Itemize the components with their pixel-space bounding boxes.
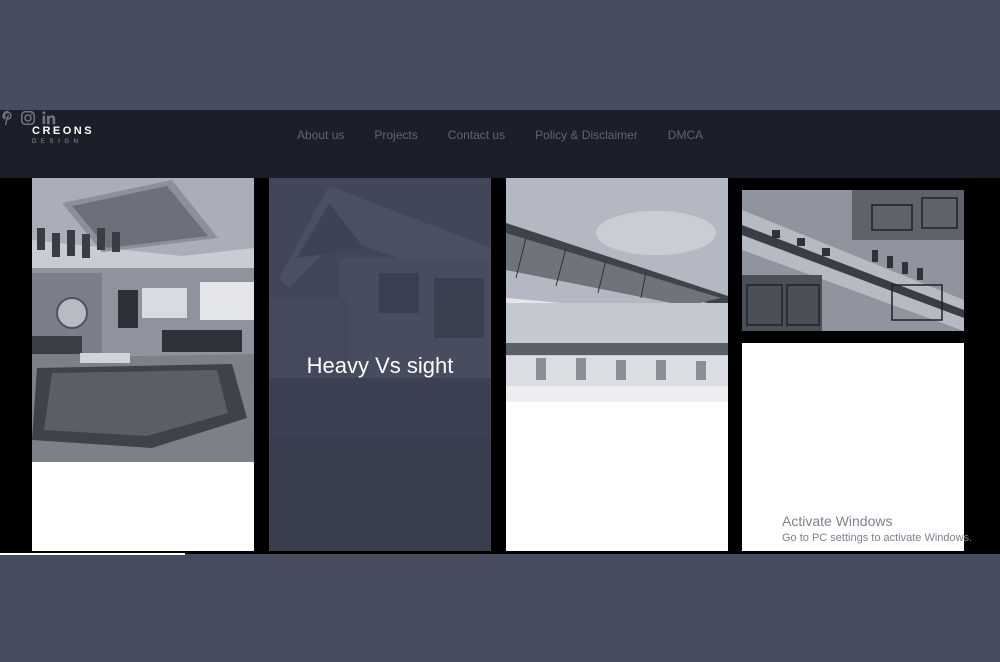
nav-link-about[interactable]: About us <box>297 128 344 142</box>
nav-link-dmca[interactable]: DMCA <box>668 128 703 142</box>
scroll-indicator <box>0 553 185 555</box>
logo-sub-text: DESIGN <box>32 139 83 145</box>
watermark-title: Activate Windows <box>782 513 893 529</box>
gallery-stage: Heavy Vs sight <box>0 178 1000 554</box>
bottom-band <box>0 554 1000 662</box>
site-plan-collage-image <box>742 190 964 331</box>
featured-title: Heavy Vs sight <box>306 353 454 378</box>
logo-main-text: CREONS <box>32 125 95 137</box>
gallery-card-featured[interactable]: Heavy Vs sight <box>269 178 491 551</box>
interior-render-image <box>32 178 254 462</box>
gallery-card-stadium[interactable] <box>506 178 728 551</box>
top-band <box>0 0 1000 110</box>
pinterest-icon[interactable] <box>0 110 20 130</box>
gallery-card-interior[interactable] <box>32 178 254 551</box>
interior-card-caption-area <box>32 462 254 551</box>
activate-windows-watermark: Activate Windows Go to PC settings to ac… <box>782 513 972 545</box>
stadium-card-caption-area <box>506 402 728 551</box>
main-menu: About us Projects Contact us Policy & Di… <box>297 128 703 142</box>
nav-link-projects[interactable]: Projects <box>374 128 417 142</box>
watermark-subtitle: Go to PC settings to activate Windows. <box>782 532 973 544</box>
logo[interactable]: CREONS DESIGN <box>32 125 94 146</box>
nav-link-contact[interactable]: Contact us <box>448 128 505 142</box>
gallery-card-plan-collage[interactable] <box>742 190 964 331</box>
stadium-render-image <box>506 178 728 402</box>
navbar: CREONS DESIGN About us Projects Contact … <box>0 110 1000 178</box>
nav-link-policy[interactable]: Policy & Disclaimer <box>535 128 638 142</box>
